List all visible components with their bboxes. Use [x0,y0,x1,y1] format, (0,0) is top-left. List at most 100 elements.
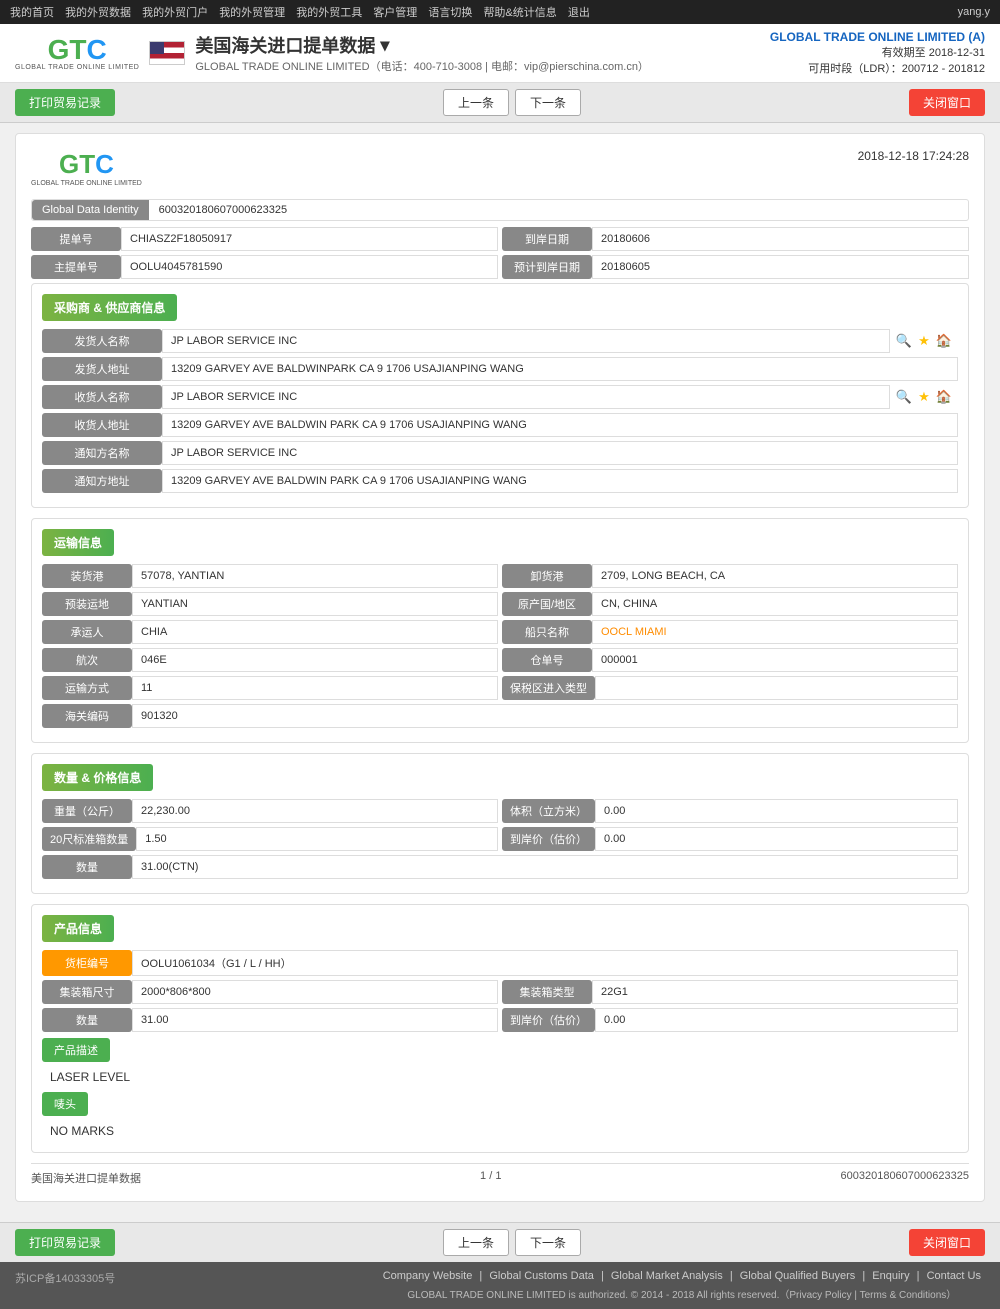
close-button-top[interactable]: 关闭窗口 [909,89,985,116]
quantity-value: 31.00(CTN) [132,855,958,879]
customs-code-value: 901320 [132,704,958,728]
top-nav-links: 我的首页 我的外贸数据 我的外贸门户 我的外贸管理 我的外贸工具 客户管理 语言… [10,4,598,20]
notify-name-label: 通知方名称 [42,441,162,465]
product-qty-value: 31.00 [132,1008,498,1032]
shipper-search-icon[interactable]: 🔍 [896,333,912,349]
nav-buttons-top: 上一条 下一条 [443,89,581,116]
shipper-addr-value: 13209 GARVEY AVE BALDWINPARK CA 9 1706 U… [162,357,958,381]
container-type-value: 22G1 [592,980,958,1004]
doc-logo-t: T [79,149,95,179]
shipper-name-label: 发货人名称 [42,329,162,353]
document-card: GTC GLOBAL TRADE ONLINE LIMITED 2018-12-… [15,133,985,1202]
footer-link-buyers[interactable]: Global Qualified Buyers [740,1270,856,1282]
origin-country-label: 原产国/地区 [502,592,592,616]
shipper-home-icon[interactable]: 🏠 [936,333,952,349]
notify-addr-field: 通知方地址 13209 GARVEY AVE BALDWIN PARK CA 9… [42,469,958,493]
master-bill-field: 主提单号 OOLU4045781590 [31,255,498,279]
customs-code-label: 海关编码 [42,704,132,728]
notify-addr-label: 通知方地址 [42,469,162,493]
nav-management[interactable]: 我的外贸管理 [219,7,285,19]
page-title-dropdown[interactable]: ▾ [380,35,389,56]
footer-link-market[interactable]: Global Market Analysis [611,1270,723,1282]
shipper-star-icon[interactable]: ★ [916,333,932,349]
global-id-row: Global Data Identity 6003201806070006233… [31,199,969,221]
arrival-date-label: 到岸日期 [502,227,592,251]
product-desc-section: 产品描述 LASER LEVEL [42,1038,958,1088]
buyer-supplier-section: 采购商 & 供应商信息 发货人名称 JP LABOR SERVICE INC 🔍… [31,283,969,508]
transport-mode-row: 运输方式 11 保税区进入类型 [42,676,958,700]
load-port-field: 装货港 57078, YANTIAN [42,564,498,588]
logo-g: G [48,34,70,65]
prev-button-bottom[interactable]: 上一条 [443,1229,509,1256]
nav-tools[interactable]: 我的外贸工具 [296,7,362,19]
voyage-field: 航次 046E [42,648,498,672]
qty-price-header: 数量 & 价格信息 [42,764,153,791]
teu20-label: 20尺标准箱数量 [42,827,136,851]
volume-value: 0.00 [595,799,958,823]
master-bill-row: 主提单号 OOLU4045781590 预计到岸日期 20180605 [31,255,969,279]
customs-code-field: 海关编码 901320 [42,704,958,728]
transport-mode-value: 11 [132,676,498,700]
voyage-row: 航次 046E 仓单号 000001 [42,648,958,672]
consignee-search-icon[interactable]: 🔍 [896,389,912,405]
container-size-label: 集装箱尺寸 [42,980,132,1004]
ldr: 可用时段（LDR）：200712 - 201812 [770,60,985,76]
shipper-name-field: 发货人名称 JP LABOR SERVICE INC 🔍 ★ 🏠 [42,329,958,353]
header-left: GTC GLOBAL TRADE ONLINE LIMITED 美国海关进口提单… [15,32,649,74]
footer-link-enquiry[interactable]: Enquiry [872,1270,909,1282]
nav-help[interactable]: 帮助&统计信息 [483,7,556,19]
print-button-bottom[interactable]: 打印贸易记录 [15,1229,115,1256]
close-button-bottom[interactable]: 关闭窗口 [909,1229,985,1256]
shipper-icons: 🔍 ★ 🏠 [890,329,958,353]
consignee-name-value: JP LABOR SERVICE INC [162,385,890,409]
container-size-row: 集装箱尺寸 2000*806*800 集装箱类型 22G1 数量 31.00 到… [42,980,958,1032]
master-bill-value: OOLU4045781590 [121,255,498,279]
product-qty-label: 数量 [42,1008,132,1032]
doc-logo-text: GTC [59,149,114,180]
doc-logo: GTC GLOBAL TRADE ONLINE LIMITED [31,149,142,187]
origin-country-field: 原产国/地区 CN, CHINA [502,592,958,616]
validity: 有效期至 2018-12-31 [770,44,985,60]
notify-addr-value: 13209 GARVEY AVE BALDWIN PARK CA 9 1706 … [162,469,958,493]
teu20-field: 20尺标准箱数量 1.50 [42,827,498,851]
transport-mode-label: 运输方式 [42,676,132,700]
footer-link-customs[interactable]: Global Customs Data [489,1270,594,1282]
print-button-top[interactable]: 打印贸易记录 [15,89,115,116]
site-footer-right: Company Website | Global Customs Data | … [379,1270,985,1301]
carrier-value: CHIA [132,620,498,644]
footer-link-contact[interactable]: Contact Us [927,1270,981,1282]
next-button-bottom[interactable]: 下一条 [515,1229,581,1256]
master-bill-label: 主提单号 [31,255,121,279]
consignee-star-icon[interactable]: ★ [916,389,932,405]
doc-logo-g: G [59,149,79,179]
nav-portal[interactable]: 我的外贸门户 [142,7,208,19]
next-button-top[interactable]: 下一条 [515,89,581,116]
ftz-field: 保税区进入类型 [502,676,958,700]
nav-customers[interactable]: 客户管理 [373,7,417,19]
vessel-label: 船只名称 [502,620,592,644]
quantity-label: 数量 [42,855,132,879]
volume-field: 体积（立方米） 0.00 [502,799,958,823]
nav-trade-data[interactable]: 我的外贸数据 [65,7,131,19]
product-arrival-price-value: 0.00 [595,1008,958,1032]
top-action-bar: 打印贸易记录 上一条 下一条 关闭窗口 [0,83,1000,123]
consignee-addr-field: 收货人地址 13209 GARVEY AVE BALDWIN PARK CA 9… [42,413,958,437]
nav-logout[interactable]: 退出 [568,7,590,19]
transport-mode-field: 运输方式 11 [42,676,498,700]
header-bar: GTC GLOBAL TRADE ONLINE LIMITED 美国海关进口提单… [0,24,1000,83]
teu20-value: 1.50 [136,827,498,851]
nav-buttons-bottom: 上一条 下一条 [443,1229,581,1256]
carrier-row: 承运人 CHIA 船只名称 OOCL MIAMI [42,620,958,644]
shipper-addr-field: 发货人地址 13209 GARVEY AVE BALDWINPARK CA 9 … [42,357,958,381]
footer-link-company[interactable]: Company Website [383,1270,473,1282]
prev-button-top[interactable]: 上一条 [443,89,509,116]
arrival-price-value: 0.00 [595,827,958,851]
consignee-home-icon[interactable]: 🏠 [936,389,952,405]
product-arrival-price-field: 到岸价（估价） 0.00 [502,1008,958,1032]
product-qty-row: 数量 31.00 到岸价（估价） 0.00 [42,1008,958,1032]
consignee-icons: 🔍 ★ 🏠 [890,385,958,409]
nav-home[interactable]: 我的首页 [10,7,54,19]
arrival-price-label: 到岸价（估价） [502,827,595,851]
nav-language[interactable]: 语言切换 [428,7,472,19]
product-arrival-price-label: 到岸价（估价） [502,1008,595,1032]
